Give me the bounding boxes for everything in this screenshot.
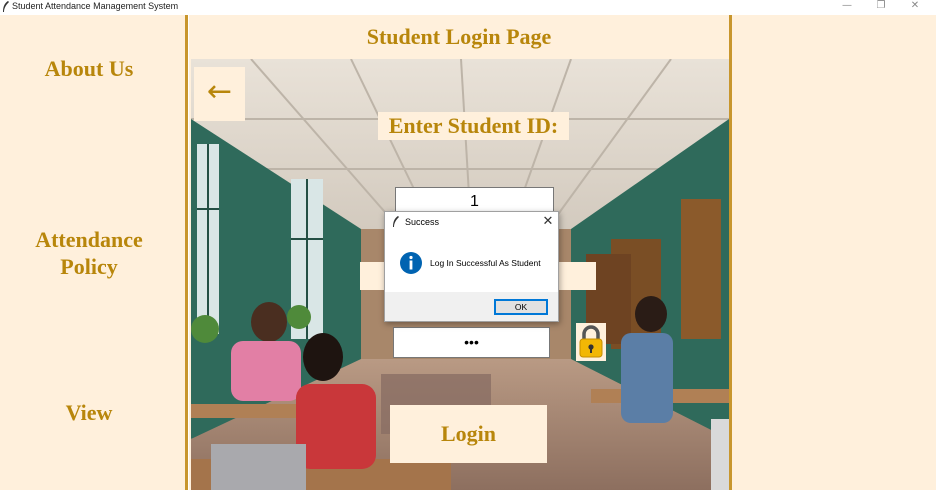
sidebar-item-about-us[interactable]: About Us — [0, 55, 178, 82]
dialog-footer: OK — [385, 292, 558, 321]
sidebar-item-view[interactable]: View — [0, 399, 178, 426]
minimize-button[interactable]: — — [832, 0, 862, 14]
close-window-button[interactable]: ✕ — [900, 0, 930, 14]
student-id-label: Enter Student ID: — [378, 112, 569, 140]
padlock-icon — [579, 325, 603, 358]
feather-app-icon — [393, 216, 399, 227]
window-title: Student Attendance Management System — [12, 1, 179, 11]
title-bar: Student Attendance Management System — ❐… — [0, 0, 936, 14]
dialog-title: Success — [405, 217, 440, 227]
sidebar-item-attendance-policy[interactable]: Attendance Policy — [0, 226, 178, 280]
dialog-close-button[interactable]: ✕ — [539, 213, 557, 231]
restore-button[interactable]: ❐ — [866, 0, 896, 14]
dialog-message: Log In Successful As Student — [430, 258, 541, 268]
info-icon — [400, 252, 422, 274]
page-title: Student Login Page — [366, 24, 552, 49]
left-divider — [185, 15, 188, 490]
success-dialog: Success ✕ Log In Successful As Student O… — [384, 211, 559, 322]
back-button[interactable]: ← — [194, 67, 245, 121]
login-button[interactable]: Login — [390, 405, 547, 463]
password-input[interactable]: ••• — [393, 327, 550, 358]
sidebar: About Us Attendance Policy View — [0, 15, 186, 490]
ok-button[interactable]: OK — [494, 299, 548, 315]
feather-app-icon — [3, 1, 9, 12]
right-panel — [732, 15, 936, 490]
padlock-icon-tile — [576, 323, 606, 361]
